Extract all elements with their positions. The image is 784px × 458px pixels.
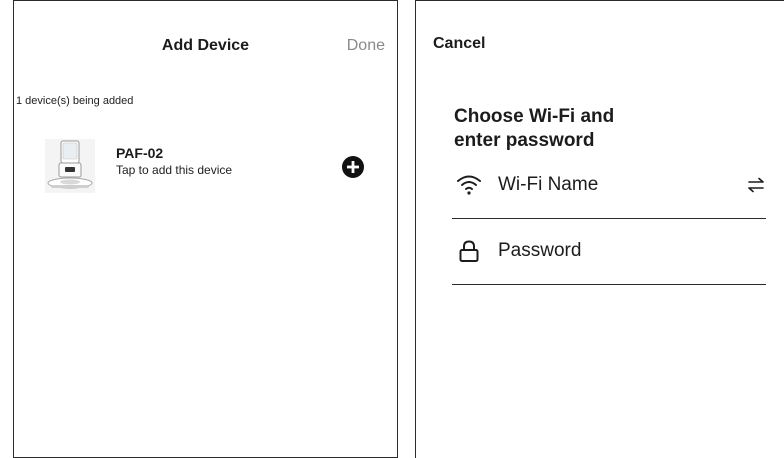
wifi-setup-screen: Cancel Choose Wi-Fi and enter password W… [415,0,784,458]
wifi-icon [457,175,481,195]
heading-line-1: Choose Wi-Fi and [454,106,615,127]
device-hint: Tap to add this device [116,163,233,177]
wifi-field-divider [452,218,766,219]
device-name: PAF-02 [116,145,164,161]
adding-status-text: 1 device(s) being added [16,95,134,107]
wifi-heading: Choose Wi-Fi and enter password [454,105,694,153]
add-device-screen: Add Device Done 1 device(s) being added … [13,0,398,458]
pet-feeder-icon [45,139,95,193]
plus-circle-icon[interactable] [342,156,364,178]
password-field[interactable]: Password [452,231,766,271]
password-placeholder: Password [498,240,582,261]
done-button[interactable]: Done [347,37,385,55]
lock-icon [459,240,479,262]
device-list-item[interactable]: PAF-02 Tap to add this device [14,135,397,195]
wifi-name-field[interactable]: Wi-Fi Name [452,165,766,205]
heading-line-2: enter password [454,130,595,151]
cancel-button[interactable]: Cancel [433,35,485,53]
wifi-name-placeholder: Wi-Fi Name [498,174,599,195]
page-title: Add Device [161,37,250,54]
password-field-divider [452,284,766,285]
switch-arrows-icon[interactable] [746,175,766,195]
